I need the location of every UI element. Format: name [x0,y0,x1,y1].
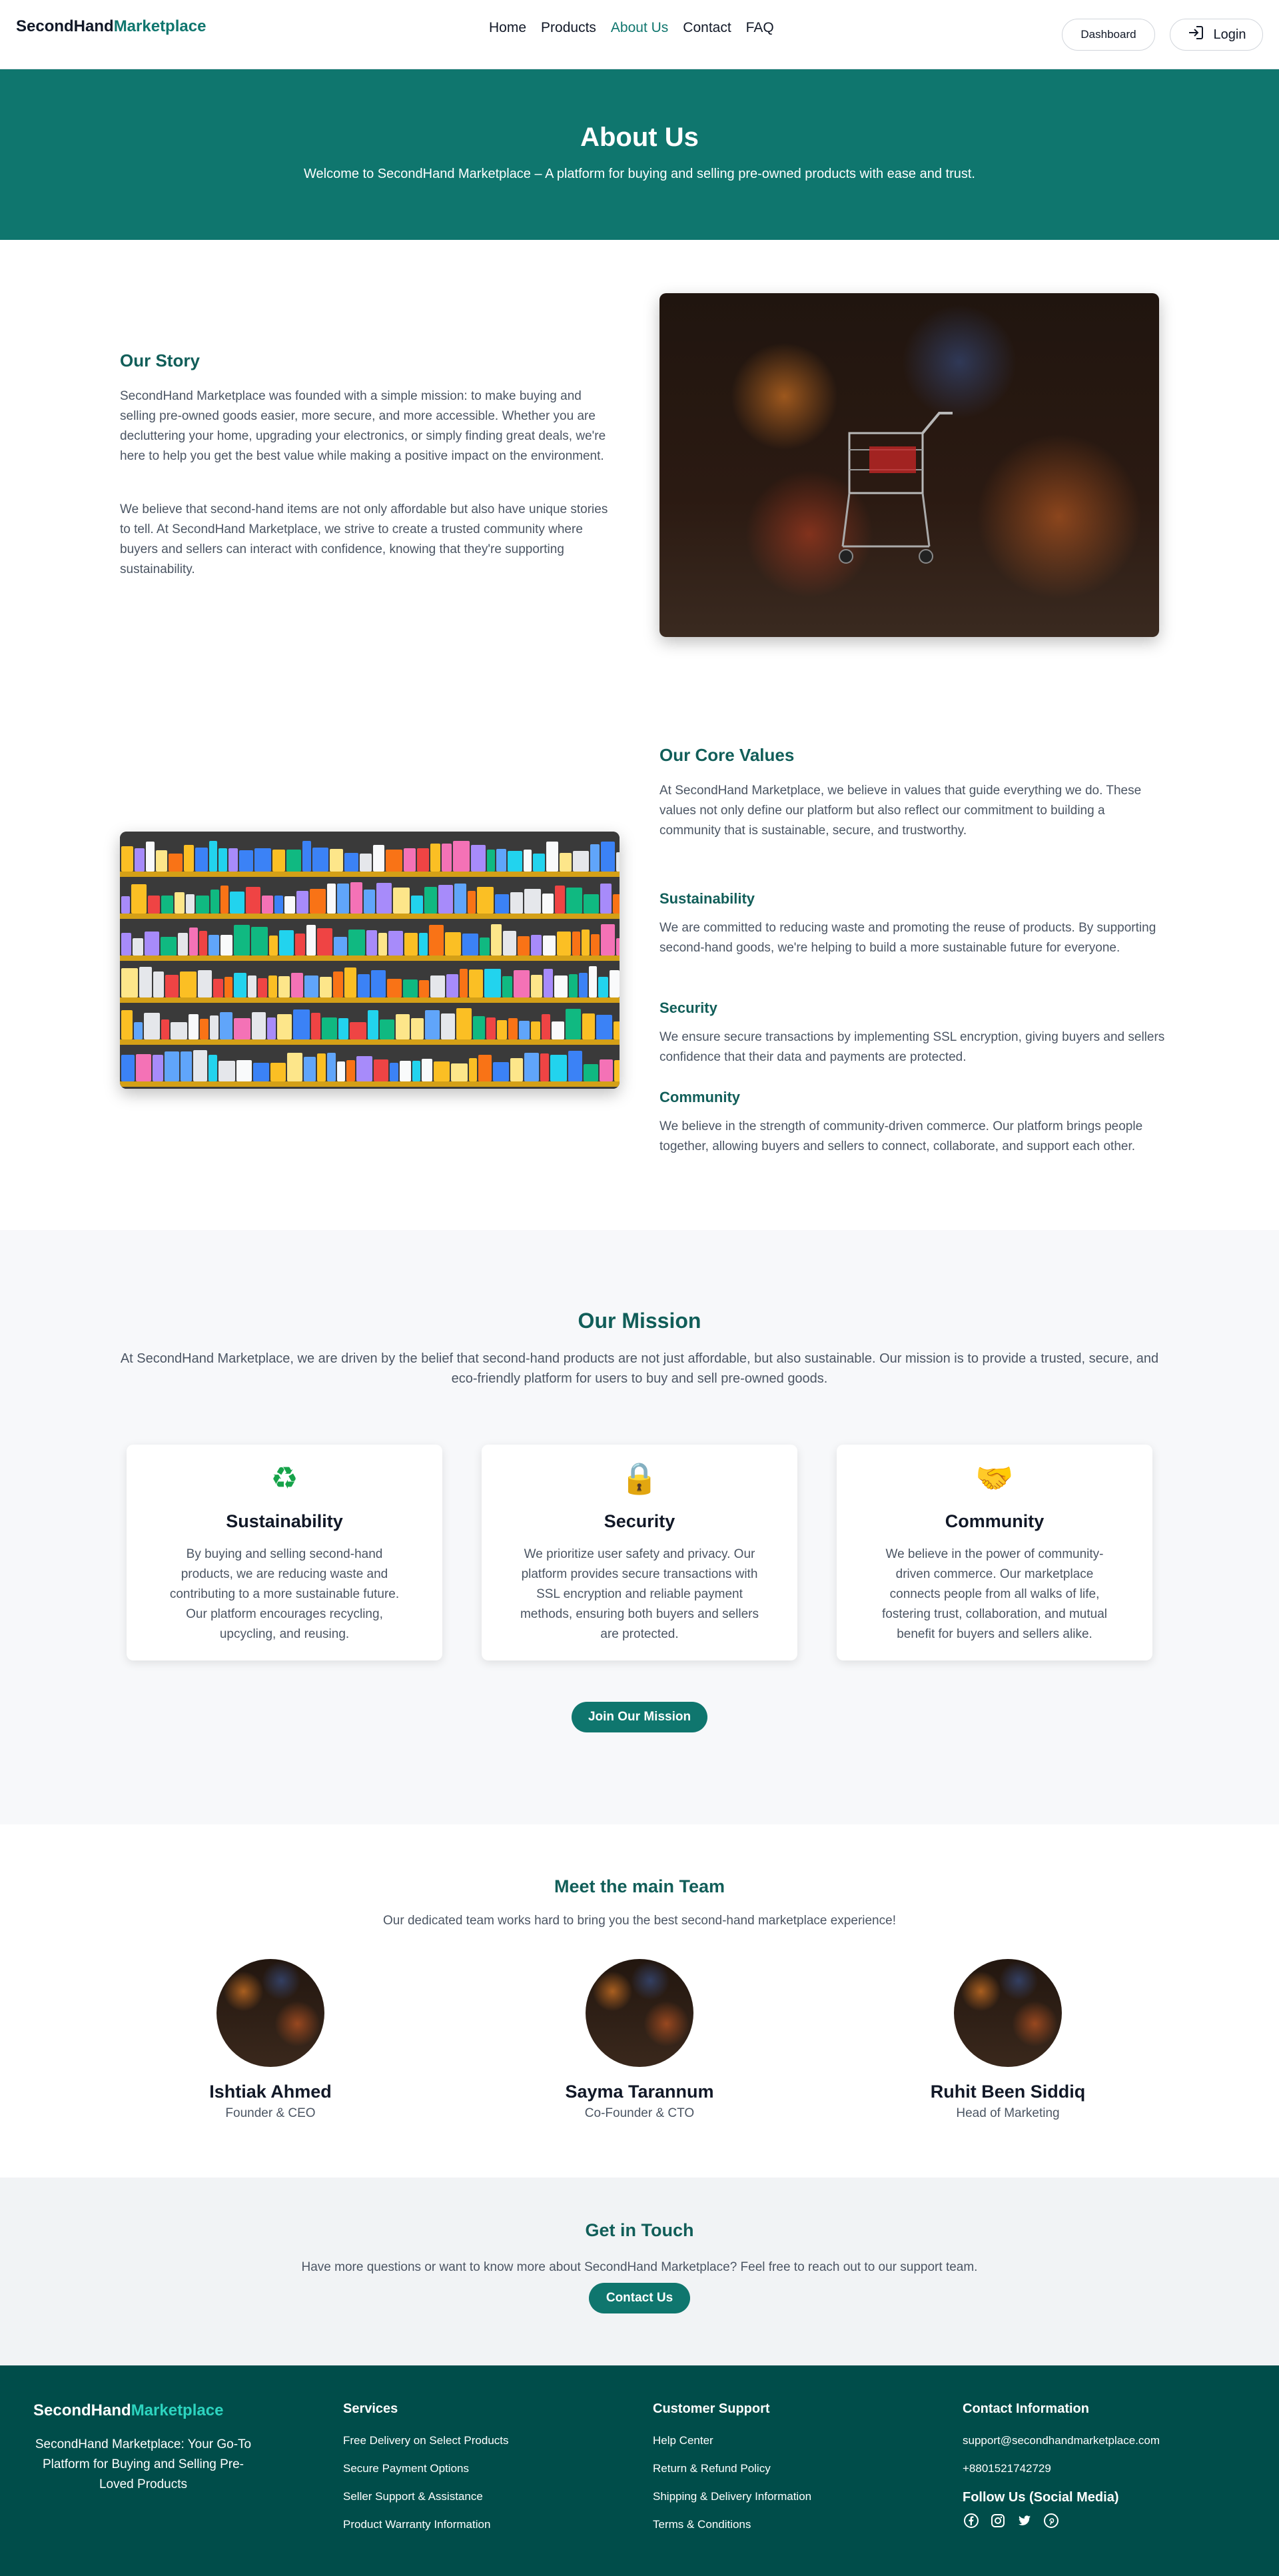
login-button[interactable]: Login [1170,19,1263,51]
page-title: About Us [580,123,699,152]
footer-link-secure-payment[interactable]: Secure Payment Options [343,2462,509,2475]
footer-link-seller-support[interactable]: Seller Support & Assistance [343,2490,509,2503]
handshake-icon: 🤝 [975,1461,1014,1495]
cart-illustration [839,412,953,564]
footer-tagline: SecondHand Marketplace: Your Go-To Platf… [35,2437,252,2491]
mission-card-text: We believe in the power of community-dri… [882,1547,1107,1641]
story-paragraph-1: SecondHand Marketplace was founded with … [120,389,606,463]
nav-link-faq[interactable]: FAQ [746,20,774,36]
hero-subtitle: Welcome to SecondHand Marketplace – A pl… [304,167,975,181]
value-sustainability-text: We are committed to reducing waste and p… [659,921,1156,955]
avatar [954,1959,1062,2067]
instagram-icon[interactable] [989,2512,1007,2529]
team-member-role: Head of Marketing [956,2106,1060,2120]
twitter-icon[interactable] [1016,2512,1033,2529]
value-security-text: We ensure secure transactions by impleme… [659,1030,1165,1064]
dashboard-button-label: Dashboard [1080,28,1136,41]
value-community-title: Community [659,1089,740,1105]
lock-icon: 🔒 [620,1461,659,1495]
footer-social-title: Follow Us (Social Media) [963,2490,1119,2505]
social-icons [963,2512,1160,2529]
shopping-cart-image [659,293,1159,637]
pinterest-icon[interactable] [1043,2512,1060,2529]
footer-support-column: Customer Support Help Center Return & Re… [653,2401,811,2546]
mission-card-security: 🔒 Security We prioritize user safety and… [482,1445,797,1660]
footer-services-column: Services Free Delivery on Select Product… [343,2401,509,2546]
footer-link-return-policy[interactable]: Return & Refund Policy [653,2462,811,2475]
footer-logo[interactable]: SecondHandMarketplace [33,2401,223,2420]
footer-link-terms[interactable]: Terms & Conditions [653,2518,811,2531]
team-member-role: Co-Founder & CTO [584,2106,695,2120]
contact-us-button[interactable]: Contact Us [589,2283,690,2313]
footer-logo-part2: Marketplace [131,2401,224,2419]
value-community-text: We believe in the strength of community-… [659,1119,1143,1153]
avatar [216,1959,324,2067]
team-member-card: Ishtiak Ahmed Founder & CEO [137,1959,404,2121]
mission-section: Our Mission At SecondHand Marketplace, w… [0,1230,1279,1824]
login-button-label: Login [1213,27,1246,42]
team-title: Meet the main Team [554,1876,725,1896]
nav-link-products[interactable]: Products [541,20,596,36]
top-navbar: SecondHandMarketplace Home Products Abou… [0,0,1279,69]
footer-phone[interactable]: +8801521742729 [963,2462,1160,2475]
nav-link-home[interactable]: Home [489,20,526,36]
footer-services-title: Services [343,2401,398,2416]
mission-card-text: By buying and selling second-hand produc… [169,1547,400,1641]
value-sustainability-title: Sustainability [659,890,755,907]
team-member-name: Ishtiak Ahmed [209,2082,332,2102]
footer-email[interactable]: support@secondhandmarketplace.com [963,2434,1160,2447]
value-security-title: Security [659,999,717,1016]
contact-text: Have more questions or want to know more… [301,2260,978,2274]
mission-text: At SecondHand Marketplace, we are driven… [120,1351,1159,1386]
story-paragraph-2: We believe that second-hand items are no… [120,502,608,576]
footer-link-free-delivery[interactable]: Free Delivery on Select Products [343,2434,509,2447]
footer-link-help-center[interactable]: Help Center [653,2434,811,2447]
contact-title: Get in Touch [585,2220,694,2240]
hero-banner: About Us Welcome to SecondHand Marketpla… [0,69,1279,240]
site-footer: SecondHandMarketplace SecondHand Marketp… [0,2365,1279,2576]
footer-logo-part1: SecondHand [33,2401,131,2419]
team-member-name: Ruhit Been Siddiq [930,2082,1086,2102]
team-member-role: Founder & CEO [225,2106,316,2120]
mission-card-title: Community [945,1511,1045,1531]
core-values-title: Our Core Values [659,745,795,765]
login-icon [1187,25,1204,45]
nav-link-about[interactable]: About Us [611,20,668,36]
contact-section: Get in Touch Have more questions or want… [0,2178,1279,2365]
team-member-card: Sayma Tarannum Co-Founder & CTO [506,1959,773,2121]
mission-card-sustainability: ♻ Sustainability By buying and selling s… [127,1445,442,1660]
supermarket-shelves-image [120,832,620,1089]
logo-text-part2: Marketplace [113,17,207,35]
dashboard-button[interactable]: Dashboard [1062,19,1155,51]
mission-card-community: 🤝 Community We believe in the power of c… [837,1445,1152,1660]
site-logo[interactable]: SecondHandMarketplace [16,17,206,36]
story-title: Our Story [120,350,200,370]
logo-text-part1: SecondHand [16,17,114,35]
avatar [586,1959,693,2067]
nav-links: Home Products About Us Contact FAQ [489,20,774,36]
nav-link-contact[interactable]: Contact [683,20,731,36]
mission-card-title: Sustainability [226,1511,343,1531]
mission-card-text: We prioritize user safety and privacy. O… [520,1547,759,1641]
join-mission-button[interactable]: Join Our Mission [572,1702,707,1732]
mission-title: Our Mission [578,1309,701,1333]
facebook-icon[interactable] [963,2512,980,2529]
footer-support-title: Customer Support [653,2401,770,2416]
footer-link-warranty[interactable]: Product Warranty Information [343,2518,509,2531]
footer-link-shipping[interactable]: Shipping & Delivery Information [653,2490,811,2503]
shelves-illustration [120,832,620,1089]
footer-contact-column: Contact Information support@secondhandma… [963,2401,1160,2529]
team-member-card: Ruhit Been Siddiq Head of Marketing [875,1959,1141,2121]
team-subtitle: Our dedicated team works hard to bring y… [383,1914,896,1928]
core-values-intro: At SecondHand Marketplace, we believe in… [659,784,1142,838]
recycle-icon: ♻ [270,1461,298,1495]
mission-card-title: Security [604,1511,675,1531]
team-member-name: Sayma Tarannum [565,2082,714,2102]
footer-contact-title: Contact Information [963,2401,1089,2416]
